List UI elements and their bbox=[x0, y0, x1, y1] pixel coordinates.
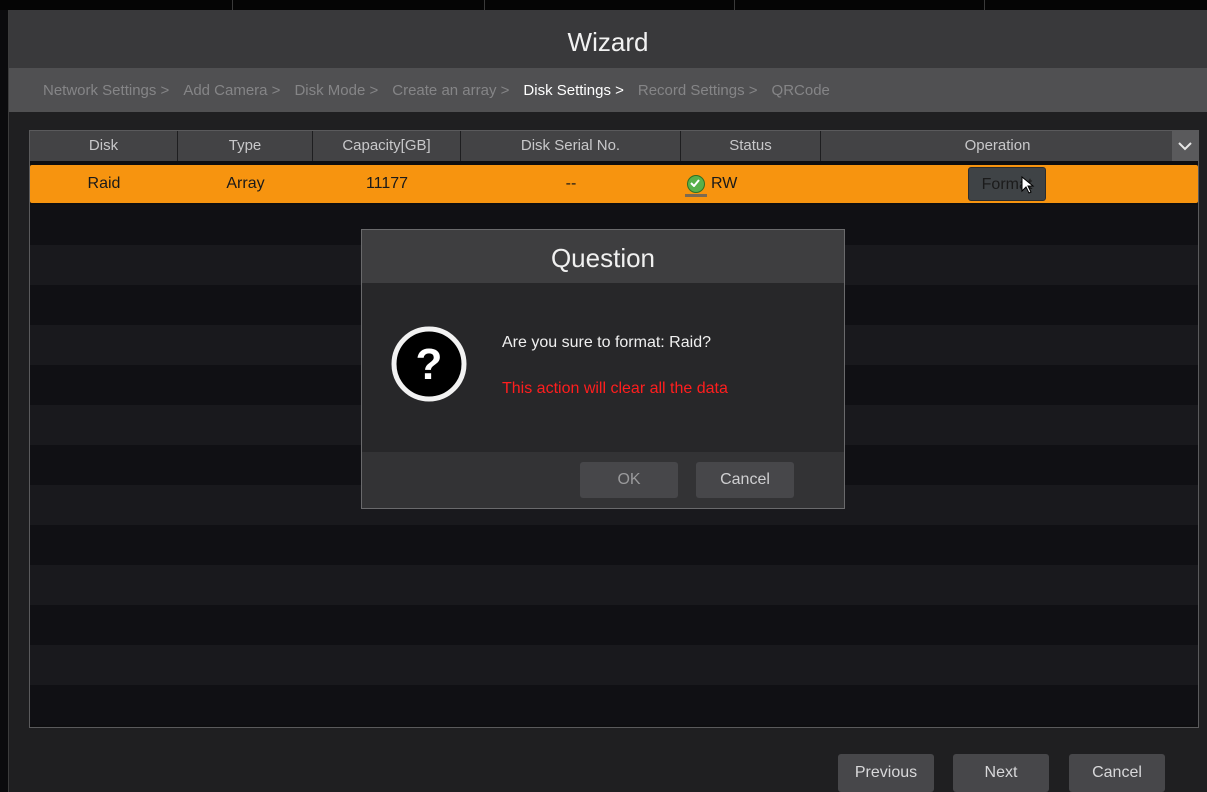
dialog-message: Are you sure to format: Raid? bbox=[502, 334, 711, 351]
cell-status: RW bbox=[681, 165, 821, 203]
strip-divider bbox=[984, 0, 985, 10]
wizard-footer: Previous Next Cancel bbox=[9, 750, 1207, 792]
cell-serial: -- bbox=[565, 175, 577, 192]
question-dialog: Question ? Are you sure to format: Raid?… bbox=[361, 229, 845, 509]
status-text: RW bbox=[711, 175, 738, 192]
column-dropdown-button[interactable] bbox=[1172, 131, 1198, 161]
column-header-serial[interactable]: Disk Serial No. bbox=[461, 131, 681, 161]
wizard-steps: Network Settings > Add Camera > Disk Mod… bbox=[9, 68, 1207, 112]
column-header-operation[interactable]: Operation bbox=[821, 131, 1174, 161]
mouse-cursor-icon bbox=[1021, 176, 1035, 194]
column-header-type[interactable]: Type bbox=[178, 131, 313, 161]
step-record-settings[interactable]: Record Settings > bbox=[638, 82, 758, 99]
table-empty-row bbox=[30, 685, 1198, 725]
cell-capacity: 11177 bbox=[365, 175, 409, 192]
table-row[interactable]: Raid Array 11177 -- RW Format bbox=[30, 165, 1198, 203]
column-header-disk[interactable]: Disk bbox=[30, 131, 178, 161]
strip-divider bbox=[484, 0, 485, 10]
step-add-camera[interactable]: Add Camera > bbox=[183, 82, 280, 99]
table-empty-row bbox=[30, 525, 1198, 565]
step-network-settings[interactable]: Network Settings > bbox=[43, 82, 169, 99]
dialog-cancel-button[interactable]: Cancel bbox=[696, 462, 794, 498]
dialog-title: Question bbox=[362, 230, 844, 283]
step-disk-settings[interactable]: Disk Settings > bbox=[523, 82, 623, 99]
check-circle-icon bbox=[687, 175, 705, 193]
cell-disk: Raid bbox=[87, 175, 121, 192]
window-title: Wizard bbox=[9, 10, 1207, 68]
column-header-capacity[interactable]: Capacity[GB] bbox=[313, 131, 461, 161]
table-empty-row bbox=[30, 565, 1198, 605]
dialog-ok-button[interactable]: OK bbox=[580, 462, 678, 498]
step-qrcode[interactable]: QRCode bbox=[772, 82, 830, 99]
cell-type: Array bbox=[226, 175, 265, 192]
strip-divider bbox=[734, 0, 735, 10]
top-strip bbox=[0, 0, 1207, 10]
table-empty-row bbox=[30, 645, 1198, 685]
step-create-array[interactable]: Create an array > bbox=[392, 82, 509, 99]
table-empty-row bbox=[30, 605, 1198, 645]
next-button[interactable]: Next bbox=[953, 754, 1049, 792]
dialog-warning: This action will clear all the data bbox=[502, 380, 728, 397]
svg-text:?: ? bbox=[416, 340, 443, 389]
dialog-footer: OK Cancel bbox=[362, 452, 844, 508]
column-header-status[interactable]: Status bbox=[681, 131, 821, 161]
cancel-button[interactable]: Cancel bbox=[1069, 754, 1165, 792]
table-header: Disk Type Capacity[GB] Disk Serial No. S… bbox=[30, 131, 1198, 161]
strip-divider bbox=[232, 0, 233, 10]
previous-button[interactable]: Previous bbox=[838, 754, 934, 792]
step-disk-mode[interactable]: Disk Mode > bbox=[294, 82, 378, 99]
status-indicator-bar bbox=[685, 194, 707, 197]
format-button[interactable]: Format bbox=[968, 167, 1046, 201]
chevron-down-icon bbox=[1178, 142, 1192, 151]
question-mark-icon: ? bbox=[391, 326, 467, 402]
